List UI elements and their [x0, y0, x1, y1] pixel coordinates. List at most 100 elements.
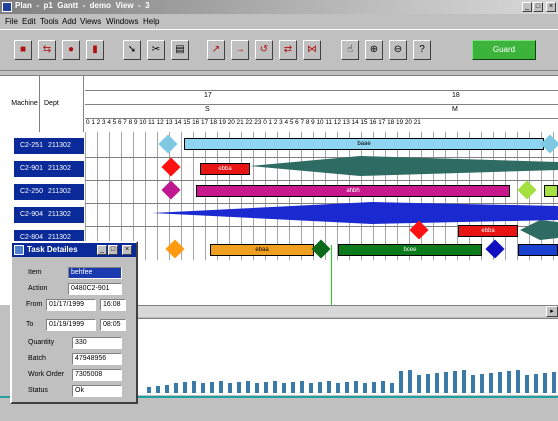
action-label: Action [28, 285, 48, 292]
workorder-field[interactable]: 7305008 [72, 369, 122, 381]
task-details-panel: Task Detailes _ □ × Item behfee Action 0… [10, 241, 138, 404]
load-bar [480, 374, 484, 393]
tool-icon[interactable]: ● [62, 40, 80, 60]
close-button[interactable]: × [546, 2, 556, 12]
machine-row[interactable]: C2-250 211302 [14, 184, 84, 200]
to-label: To [26, 321, 34, 328]
load-bar [525, 375, 529, 393]
menu-views[interactable]: Views [80, 17, 101, 26]
toolbar: ■ ⇆ ● ▮ ➘ ✂ ▤ ↗ → ↺ ⇄ ⋈ ☝ ⊕ ⊖ ? Guard [0, 29, 558, 71]
task-details-titlebar[interactable]: Task Detailes _ □ × [12, 243, 136, 257]
load-bar [372, 382, 376, 393]
load-bar [345, 382, 349, 393]
load-bar [426, 374, 430, 393]
menu-bar: File Edit Tools Add Views Windows Help [0, 14, 558, 29]
move-icon[interactable]: ⇆ [38, 40, 56, 60]
load-bar [462, 370, 466, 393]
load-bar [390, 383, 394, 393]
load-bar [183, 382, 187, 393]
cut-icon[interactable]: ✂ [147, 40, 165, 60]
quantity-field[interactable]: 330 [72, 337, 122, 349]
task-window-icon [14, 245, 24, 255]
load-bar [156, 386, 160, 393]
paste-icon[interactable]: ▤ [171, 40, 189, 60]
flag-icon[interactable]: ▮ [86, 40, 104, 60]
task-bar-shape[interactable] [152, 202, 558, 224]
hour-scale: 0 1 2 3 4 5 6 7 8 9 10 11 12 13 14 15 16… [86, 119, 421, 126]
menu-edit[interactable]: Edit [22, 17, 36, 26]
horizontal-scrollbar[interactable]: ▸ [137, 305, 558, 317]
help-icon[interactable]: ? [413, 40, 431, 60]
menu-tools[interactable]: Tools [40, 17, 59, 26]
scroll-right-arrow[interactable]: ▸ [546, 306, 558, 317]
task-bar[interactable]: ebaa [210, 244, 314, 256]
task-bar-shape[interactable] [250, 156, 558, 176]
machine-row[interactable]: C2-251 211302 [14, 138, 84, 154]
zoom-in-icon[interactable]: ⊕ [365, 40, 383, 60]
load-bar [309, 383, 313, 393]
load-bar [219, 381, 223, 393]
maximize-button[interactable]: □ [108, 245, 118, 255]
task-bar[interactable] [518, 244, 558, 256]
menu-windows[interactable]: Windows [106, 17, 138, 26]
arrow-right-icon[interactable]: → [231, 40, 249, 60]
menu-file[interactable]: File [5, 17, 18, 26]
task-bar[interactable]: ebba [458, 225, 518, 237]
load-bar [516, 370, 520, 393]
load-bar [381, 381, 385, 393]
dept-column-header: Dept [40, 76, 84, 132]
load-bar [435, 373, 439, 393]
load-bar [498, 372, 502, 393]
maximize-button[interactable]: □ [533, 2, 543, 12]
link-icon[interactable]: ⋈ [303, 40, 321, 60]
workorder-label: Work Order [28, 371, 65, 378]
item-field[interactable]: behfee [68, 267, 122, 279]
swap-icon[interactable]: ⇄ [279, 40, 297, 60]
task-bar-shape[interactable] [520, 220, 558, 240]
load-bar [246, 381, 250, 393]
load-bar [399, 371, 403, 393]
machine-row[interactable]: C2-901 211302 [14, 161, 84, 177]
loop-icon[interactable]: ↺ [255, 40, 273, 60]
load-bar [417, 375, 421, 393]
menu-add[interactable]: Add [62, 17, 76, 26]
pointer-icon[interactable]: ➘ [123, 40, 141, 60]
load-bar [255, 383, 259, 393]
batch-field[interactable]: 47948956 [72, 353, 122, 365]
load-bar [174, 383, 178, 393]
task-bar[interactable]: baae [184, 138, 544, 150]
machine-column-header: Machine [10, 76, 40, 132]
zoom-out-icon[interactable]: ⊖ [389, 40, 407, 60]
task-bar[interactable]: ebba [200, 163, 250, 175]
minimize-button[interactable]: _ [97, 245, 107, 255]
to-time-field[interactable]: 08:05 [100, 319, 126, 331]
save-icon[interactable]: ■ [14, 40, 32, 60]
app-icon [2, 2, 12, 12]
minimize-button[interactable]: _ [522, 2, 532, 12]
close-button[interactable]: × [122, 245, 132, 255]
load-bar [489, 373, 493, 393]
item-label: Item [28, 269, 42, 276]
load-histogram [137, 318, 558, 395]
day-label: 17 [204, 92, 212, 99]
load-bar [201, 383, 205, 393]
load-bar [471, 375, 475, 393]
day-label: 18 [452, 92, 460, 99]
action-field[interactable]: 0480C2-901 [68, 283, 122, 295]
from-date-field[interactable]: 01/17/1999 [46, 299, 96, 311]
guard-button[interactable]: Guard [472, 40, 536, 60]
task-bar[interactable] [544, 185, 558, 197]
to-date-field[interactable]: 01/19/1999 [46, 319, 96, 331]
batch-label: Batch [28, 355, 46, 362]
status-field[interactable]: Ok [72, 385, 122, 397]
from-time-field[interactable]: 16:08 [100, 299, 126, 311]
load-bar [273, 381, 277, 393]
machine-row[interactable]: C2-904 211302 [14, 207, 84, 223]
task-details-title: Task Detailes [27, 245, 78, 254]
menu-help[interactable]: Help [143, 17, 159, 26]
pen-icon[interactable]: ↗ [207, 40, 225, 60]
task-bar[interactable]: ahbh [196, 185, 510, 197]
window-title: Plan - p1 Gantt - demo View - 3 [15, 1, 150, 10]
task-bar[interactable]: bcee [338, 244, 482, 256]
hand-icon[interactable]: ☝ [341, 40, 359, 60]
